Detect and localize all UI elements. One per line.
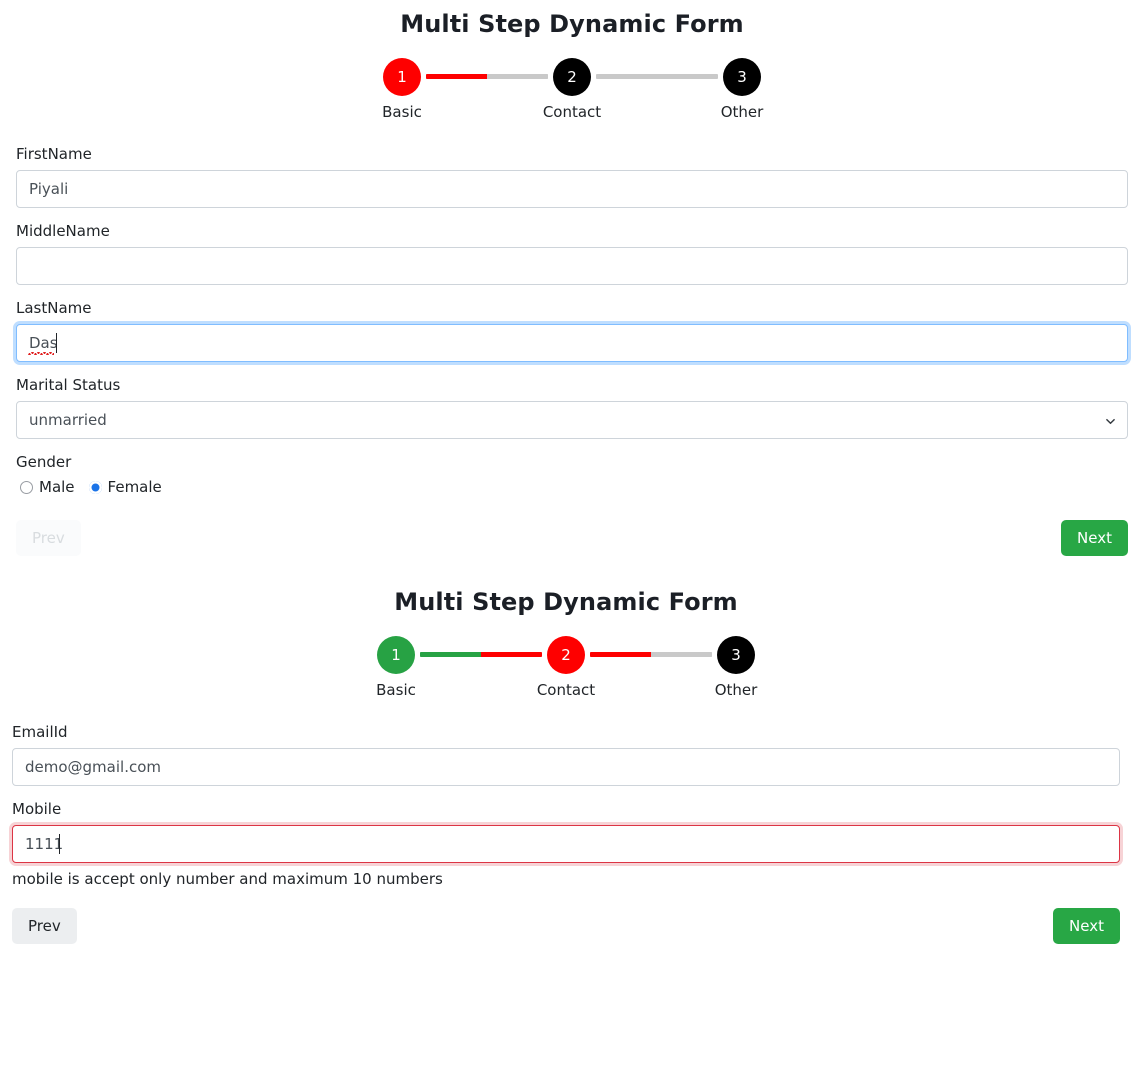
stepper2-step-other[interactable]: 3 Other <box>712 636 760 699</box>
prev-button-2[interactable]: Prev <box>12 908 77 944</box>
step-label-3: Other <box>720 103 764 121</box>
connector-rest <box>651 652 712 657</box>
connector-fill <box>590 652 651 657</box>
field-middlename: MiddleName <box>16 222 1128 285</box>
stepper-step-other[interactable]: 3 Other <box>718 58 766 121</box>
step2-circle-1[interactable]: 1 <box>377 636 415 674</box>
step1-form-block: Multi Step Dynamic Form 1 Basic 2 Contac… <box>0 0 1144 556</box>
stepper-connector-1 <box>426 74 548 79</box>
connector-rest <box>596 74 718 79</box>
gender-label: Gender <box>16 453 72 471</box>
marital-status-select[interactable]: unmarried <box>16 401 1128 439</box>
stepper-step-contact[interactable]: 2 Contact <box>543 58 601 121</box>
field-marital-status: Marital Status unmarried <box>16 376 1128 439</box>
radio-unchecked-icon[interactable] <box>20 480 33 494</box>
marital-status-label: Marital Status <box>16 376 121 394</box>
stepper2-connector-2 <box>590 652 712 657</box>
prev-button[interactable]: Prev <box>16 520 81 556</box>
connector-fill <box>420 652 481 657</box>
emailid-input[interactable] <box>12 748 1120 786</box>
stepper-connector-2 <box>596 74 718 79</box>
gender-radio-male[interactable]: Male <box>20 478 75 496</box>
mobile-input[interactable] <box>12 825 1120 863</box>
step1-stepper: 1 Basic 2 Contact 3 Other <box>0 58 1144 125</box>
connector-rest <box>487 74 548 79</box>
next-button-2[interactable]: Next <box>1053 908 1120 944</box>
step1-nav-row: Prev Next <box>0 520 1144 556</box>
stepper2-step-basic[interactable]: 1 Basic <box>372 636 420 699</box>
lastname-label: LastName <box>16 299 92 317</box>
radio-checked-icon[interactable] <box>88 480 102 494</box>
firstname-input[interactable] <box>16 170 1128 208</box>
mobile-input-wrap <box>12 825 1120 863</box>
connector-rest <box>481 652 542 657</box>
step-label-1: Basic <box>382 103 422 121</box>
page-title-2: Multi Step Dynamic Form <box>394 588 738 616</box>
step2-nav-row: Prev Next <box>0 908 1144 944</box>
step2-form-block: Multi Step Dynamic Form 1 Basic 2 Contac… <box>0 578 1144 944</box>
step2-stepper: 1 Basic 2 Contact 3 Other <box>0 636 1132 703</box>
connector-fill <box>426 74 487 79</box>
gender-radio-group: Male Female <box>16 478 1128 496</box>
step2-circle-3[interactable]: 3 <box>717 636 755 674</box>
middlename-input[interactable] <box>16 247 1128 285</box>
step2-label-2: Contact <box>536 681 596 699</box>
page-title: Multi Step Dynamic Form <box>400 10 744 38</box>
field-mobile: Mobile mobile is accept only number and … <box>12 800 1120 888</box>
lastname-input-wrap <box>16 324 1128 362</box>
gender-radio-female-label: Female <box>107 478 162 496</box>
step-circle-3[interactable]: 3 <box>723 58 761 96</box>
step2-label-1: Basic <box>376 681 416 699</box>
lastname-input[interactable] <box>16 324 1128 362</box>
emailid-label: EmailId <box>12 723 68 741</box>
field-lastname: LastName <box>16 299 1128 362</box>
stepper2-connector-1 <box>420 652 542 657</box>
step-circle-1[interactable]: 1 <box>383 58 421 96</box>
step2-label-3: Other <box>714 681 758 699</box>
mobile-label: Mobile <box>12 800 62 818</box>
field-gender: Gender Male Female <box>16 453 1128 496</box>
middlename-label: MiddleName <box>16 222 110 240</box>
next-button[interactable]: Next <box>1061 520 1128 556</box>
step-circle-2[interactable]: 2 <box>553 58 591 96</box>
gender-radio-female[interactable]: Female <box>88 478 162 496</box>
step2-circle-2[interactable]: 2 <box>547 636 585 674</box>
mobile-error-message: mobile is accept only number and maximum… <box>12 870 443 888</box>
step-label-2: Contact <box>542 103 602 121</box>
gender-radio-male-label: Male <box>39 478 75 496</box>
marital-status-select-wrap: unmarried <box>16 401 1128 439</box>
stepper-step-basic[interactable]: 1 Basic <box>378 58 426 121</box>
firstname-label: FirstName <box>16 145 92 163</box>
field-emailid: EmailId <box>12 723 1120 786</box>
field-firstname: FirstName <box>16 145 1128 208</box>
stepper2-step-contact[interactable]: 2 Contact <box>537 636 595 699</box>
step2-fields: EmailId Mobile mobile is accept only num… <box>0 723 1144 888</box>
step1-fields: FirstName MiddleName LastName Marital St… <box>0 145 1144 496</box>
